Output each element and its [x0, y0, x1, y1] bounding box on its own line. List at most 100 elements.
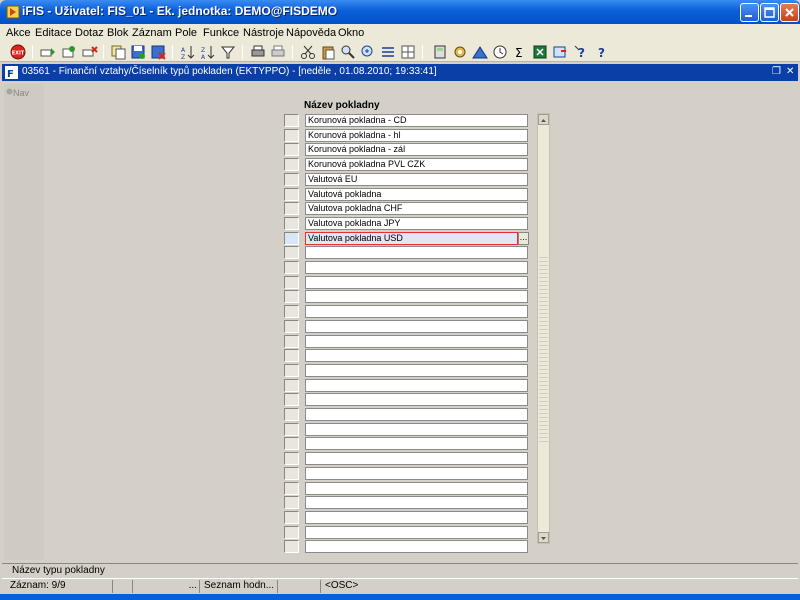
- vertical-scrollbar[interactable]: [537, 113, 550, 544]
- menu-dotaz[interactable]: Dotaz: [75, 27, 104, 39]
- export-icon[interactable]: [552, 44, 568, 60]
- print-icon[interactable]: [250, 44, 266, 60]
- insert-record-icon[interactable]: [40, 44, 56, 60]
- row-selector[interactable]: [284, 202, 299, 215]
- scroll-up-arrow[interactable]: [538, 114, 549, 125]
- sum-icon[interactable]: Σ: [512, 44, 528, 60]
- menu-napoveda[interactable]: Nápověda: [286, 27, 336, 39]
- find-icon[interactable]: [340, 44, 356, 60]
- pokladna-name-field[interactable]: [305, 452, 528, 465]
- pokladna-name-field[interactable]: [305, 467, 528, 480]
- columns-icon[interactable]: [400, 44, 416, 60]
- row-selector[interactable]: [284, 511, 299, 524]
- scroll-thumb[interactable]: [539, 254, 548, 444]
- filter-icon[interactable]: [220, 44, 236, 60]
- list-icon[interactable]: [380, 44, 396, 60]
- row-selector[interactable]: [284, 408, 299, 421]
- zoom-icon[interactable]: [360, 44, 376, 60]
- restore-icon[interactable]: ❐: [772, 66, 781, 77]
- row-selector[interactable]: [284, 437, 299, 450]
- menu-okno[interactable]: Okno: [338, 27, 364, 39]
- pokladna-name-field[interactable]: [305, 511, 528, 524]
- pokladna-name-field[interactable]: Korunová pokladna - zál: [305, 143, 528, 156]
- sort-asc-icon[interactable]: AZ: [180, 44, 196, 60]
- copy-icon[interactable]: [110, 44, 126, 60]
- pokladna-name-field[interactable]: [305, 482, 528, 495]
- row-selector[interactable]: [284, 305, 299, 318]
- pokladna-name-field[interactable]: [305, 379, 528, 392]
- row-selector[interactable]: [284, 188, 299, 201]
- pokladna-name-field[interactable]: Korunová pokladna PVL CZK: [305, 158, 528, 171]
- pokladna-name-field[interactable]: [305, 335, 528, 348]
- row-selector[interactable]: [284, 158, 299, 171]
- pokladna-name-field[interactable]: [305, 246, 528, 259]
- row-selector[interactable]: [284, 320, 299, 333]
- pokladna-name-field[interactable]: [305, 349, 528, 362]
- maximize-button[interactable]: [760, 3, 779, 22]
- menu-akce[interactable]: Akce: [6, 27, 30, 39]
- row-selector[interactable]: [284, 114, 299, 127]
- duplicate-record-icon[interactable]: [61, 44, 77, 60]
- row-selector[interactable]: [284, 496, 299, 509]
- pokladna-name-field[interactable]: Korunová pokladna - CD: [305, 114, 528, 127]
- nav-panel[interactable]: Nav: [4, 84, 44, 560]
- scroll-down-arrow[interactable]: [538, 532, 549, 543]
- save-icon[interactable]: [130, 44, 146, 60]
- paste-icon[interactable]: [320, 44, 336, 60]
- pokladna-name-field[interactable]: Valutova pokladna CHF: [305, 202, 528, 215]
- row-selector[interactable]: [284, 232, 299, 245]
- sort-desc-icon[interactable]: ZA: [200, 44, 216, 60]
- menu-blok[interactable]: Blok: [107, 27, 128, 39]
- menu-zaznam[interactable]: Záznam: [132, 27, 172, 39]
- row-selector[interactable]: [284, 143, 299, 156]
- row-selector[interactable]: [284, 173, 299, 186]
- pokladna-name-field[interactable]: Korunová pokladna - hl: [305, 129, 528, 142]
- pokladna-name-field[interactable]: [305, 305, 528, 318]
- pokladna-name-field[interactable]: [305, 290, 528, 303]
- pokladna-name-field[interactable]: [305, 526, 528, 539]
- context-help-icon[interactable]: ?: [594, 44, 610, 60]
- chart-icon[interactable]: [472, 44, 488, 60]
- pokladna-name-field[interactable]: [305, 496, 528, 509]
- pokladna-name-field[interactable]: Valutova pokladna USD: [305, 232, 518, 245]
- pokladna-name-field[interactable]: [305, 408, 528, 421]
- clock-icon[interactable]: [492, 44, 508, 60]
- menu-funkce[interactable]: Funkce: [203, 27, 239, 39]
- row-selector[interactable]: [284, 379, 299, 392]
- row-selector[interactable]: [284, 393, 299, 406]
- row-selector[interactable]: [284, 526, 299, 539]
- pokladna-name-field[interactable]: [305, 364, 528, 377]
- delete-record-icon[interactable]: [82, 44, 98, 60]
- row-selector[interactable]: [284, 349, 299, 362]
- cut-icon[interactable]: [300, 44, 316, 60]
- pokladna-name-field[interactable]: [305, 393, 528, 406]
- form-close-icon[interactable]: ✕: [786, 66, 794, 77]
- print-preview-icon[interactable]: [270, 44, 286, 60]
- pokladna-name-field[interactable]: [305, 276, 528, 289]
- row-selector[interactable]: [284, 276, 299, 289]
- pokladna-name-field[interactable]: [305, 540, 528, 553]
- pokladna-name-field[interactable]: [305, 261, 528, 274]
- cancel-icon[interactable]: [150, 44, 166, 60]
- help-icon[interactable]: ?: [574, 44, 590, 60]
- list-of-values-button[interactable]: ...: [518, 232, 529, 245]
- row-selector[interactable]: [284, 467, 299, 480]
- row-selector[interactable]: [284, 217, 299, 230]
- row-selector[interactable]: [284, 482, 299, 495]
- row-selector[interactable]: [284, 335, 299, 348]
- excel-icon[interactable]: [532, 44, 548, 60]
- row-selector[interactable]: [284, 246, 299, 259]
- row-selector[interactable]: [284, 452, 299, 465]
- row-selector[interactable]: [284, 129, 299, 142]
- pokladna-name-field[interactable]: [305, 437, 528, 450]
- row-selector[interactable]: [284, 423, 299, 436]
- row-selector[interactable]: [284, 540, 299, 553]
- minimize-button[interactable]: [740, 3, 759, 22]
- menu-nastroje[interactable]: Nástroje: [243, 27, 284, 39]
- row-selector[interactable]: [284, 364, 299, 377]
- menu-pole[interactable]: Pole: [175, 27, 197, 39]
- exit-icon[interactable]: EXIT: [10, 44, 26, 60]
- pokladna-name-field[interactable]: [305, 320, 528, 333]
- row-selector[interactable]: [284, 261, 299, 274]
- pokladna-name-field[interactable]: Valutová EU: [305, 173, 528, 186]
